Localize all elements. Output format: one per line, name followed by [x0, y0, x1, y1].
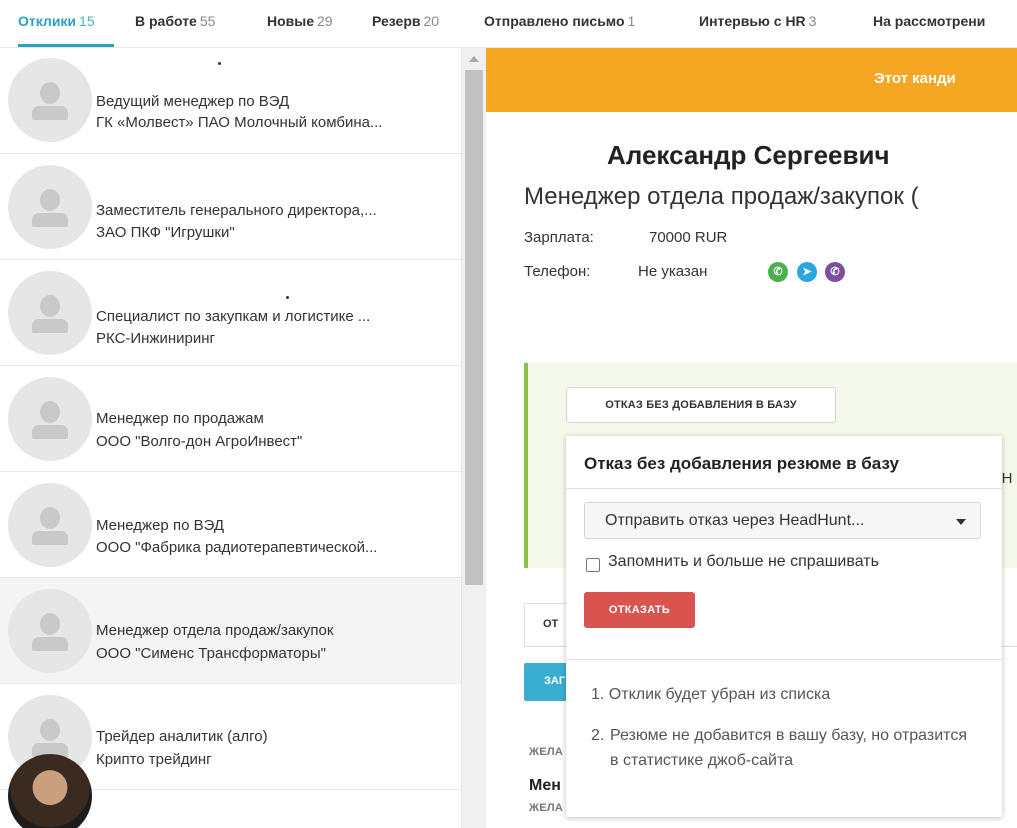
reject-method-select[interactable]: Отправить отказ через HeadHunt...	[584, 502, 981, 539]
status-banner: Этот канди	[486, 48, 1017, 112]
remember-checkbox[interactable]	[586, 558, 600, 572]
banner-text: Этот канди	[874, 70, 956, 87]
candidate-position: Менеджер отдела продаж/закупок (	[524, 183, 919, 210]
tab-under-review[interactable]: На рассмотрени	[873, 13, 988, 29]
note-number: 1.	[591, 686, 605, 703]
section-label: ЖЕЛА	[529, 746, 564, 758]
item-title: Менеджер отдела продаж/закупок	[96, 622, 334, 639]
item-title: Ведущий менеджер по ВЭД	[96, 93, 290, 110]
salary-value: 70000 RUR	[649, 229, 728, 246]
avatar-placeholder-icon	[8, 271, 92, 355]
tab-count: 1	[627, 13, 636, 29]
reject-button[interactable]: ОТКАЗАТЬ	[584, 592, 695, 628]
salary-label: Зарплата:	[524, 229, 594, 246]
phone-label: Телефон:	[524, 263, 591, 280]
tab-count: 20	[423, 13, 440, 29]
chevron-down-icon	[956, 519, 966, 525]
redacted-mark	[218, 62, 221, 65]
candidate-list: Ведущий менеджер по ВЭД ГК «Молвест» ПАО…	[0, 48, 462, 828]
tab-label: Отправлено письмо	[484, 13, 625, 29]
item-company: ГК «Молвест» ПАО Молочный комбина...	[96, 114, 383, 131]
status-tabs: Отклики 15 В работе 55 Новые 29 Резерв 20 От…	[0, 0, 1017, 48]
section-title: Мен	[529, 777, 561, 794]
list-scrollbar[interactable]	[462, 48, 486, 828]
scroll-up-arrow-icon[interactable]	[469, 56, 479, 62]
item-company: ЗАО ПКФ "Игрушки"	[96, 224, 235, 241]
item-title: Специалист по закупкам и логистике ...	[96, 308, 371, 325]
list-item[interactable]: Менеджер отдела продаж/закупок ООО "Симе…	[0, 578, 461, 684]
item-title: Заместитель генерального директора,...	[96, 202, 377, 219]
scroll-thumb[interactable]	[465, 70, 483, 585]
active-tab-indicator	[18, 44, 114, 47]
avatar-placeholder-icon	[8, 589, 92, 673]
detail-tab[interactable]: ОТ	[524, 603, 568, 647]
item-title: Трейдер аналитик (алго)	[96, 728, 268, 745]
tab-hr-interview[interactable]: Интервью с HR 3	[699, 13, 816, 29]
item-company: ООО "Фабрика радиотерапевтической...	[96, 539, 378, 556]
list-item[interactable]: Заместитель генерального директора,... З…	[0, 154, 461, 260]
tab-label: Интервью с HR	[699, 13, 806, 29]
reject-without-db-button[interactable]: ОТКАЗ БЕЗ ДОБАВЛЕНИЯ В БАЗУ	[566, 387, 836, 423]
popup-title: Отказ без добавления резюме в базу	[584, 454, 899, 473]
list-item[interactable]: Ведущий менеджер по ВЭД ГК «Молвест» ПАО…	[0, 48, 461, 154]
avatar-placeholder-icon	[8, 165, 92, 249]
telegram-icon[interactable]: ➤	[797, 262, 817, 282]
divider	[566, 659, 1002, 660]
avatar-placeholder-icon	[8, 483, 92, 567]
item-title: Менеджер по ВЭД	[96, 517, 225, 534]
item-company: РКС-Инжиниринг	[96, 330, 216, 347]
tab-count: 29	[317, 13, 333, 29]
remember-label[interactable]: Запомнить и больше не спрашивать	[608, 553, 879, 571]
avatar-placeholder-icon	[8, 377, 92, 461]
item-company: ООО "Сименс Трансформаторы"	[96, 645, 326, 662]
tab-label: Отклики	[18, 13, 77, 29]
note-item: 1. Отклик будет убран из списка	[591, 686, 830, 704]
tab-otkliki[interactable]: Отклики 15	[18, 13, 95, 29]
viber-icon[interactable]: ✆	[825, 262, 845, 282]
tab-count: 15	[79, 13, 95, 29]
tab-count: 3	[808, 13, 817, 29]
note-text: Резюме не добавится в вашу базу, но отра…	[610, 727, 967, 769]
select-value: Отправить отказ через HeadHunt...	[605, 512, 865, 529]
tab-label: Резерв	[372, 13, 421, 29]
tab-novye[interactable]: Новые 29	[267, 13, 333, 29]
candidate-photo[interactable]	[8, 754, 92, 828]
tab-rezerv[interactable]: Резерв 20	[372, 13, 439, 29]
item-title: Менеджер по продажам	[96, 410, 264, 427]
tab-label: Новые	[267, 13, 315, 29]
note-number: 2.	[591, 727, 605, 744]
redacted-mark	[286, 296, 289, 299]
tab-label: В работе	[135, 13, 197, 29]
section-label: ЖЕЛА	[529, 802, 564, 814]
item-company: ООО "Волго-дон АгроИнвест"	[96, 433, 303, 450]
tab-count: 55	[199, 13, 216, 29]
tab-sent-letter[interactable]: Отправлено письмо 1	[484, 13, 635, 29]
reject-popup: Отказ без добавления резюме в базу Отпра…	[566, 436, 1002, 817]
list-item[interactable]: Менеджер по ВЭД ООО "Фабрика радиотерапе…	[0, 472, 461, 578]
tab-label: На рассмотрени	[873, 13, 986, 29]
whatsapp-icon[interactable]: ✆	[768, 262, 788, 282]
list-item[interactable]: Менеджер по продажам ООО "Волго-дон Агро…	[0, 366, 461, 472]
note-text: Отклик будет убран из списка	[608, 686, 831, 703]
list-item[interactable]: Специалист по закупкам и логистике ... Р…	[0, 260, 461, 366]
item-company: Крипто трейдинг	[96, 751, 212, 768]
tab-v-rabote[interactable]: В работе 55	[135, 13, 215, 29]
divider	[566, 488, 1002, 489]
phone-value: Не указан	[638, 263, 708, 280]
candidate-name: Александр Сергеевич	[607, 140, 890, 170]
teal-action-button[interactable]: ЗАГ	[524, 663, 568, 701]
avatar-placeholder-icon	[8, 58, 92, 142]
